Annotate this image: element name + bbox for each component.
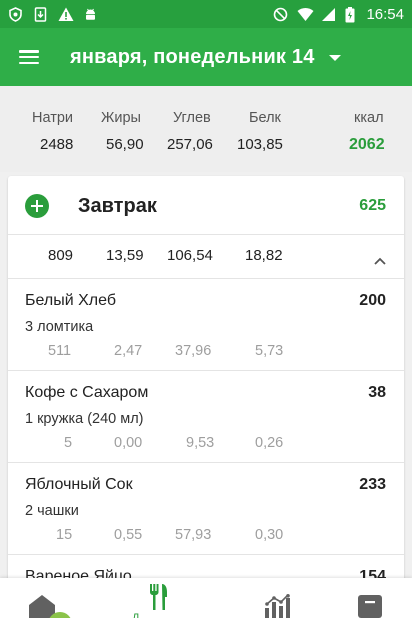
summary-value-kcal: 2062 (349, 136, 385, 153)
food-macro-fat: 2,47 (114, 343, 143, 359)
food-macro-sodium: 511 (48, 343, 72, 359)
food-item[interactable]: Яблочный Сок 233 2 чашки 15 0,55 57,93 0… (8, 462, 404, 554)
date-selector[interactable]: января, понедельник 14 (70, 46, 315, 69)
meal-macro-protein: 18,82 (245, 247, 283, 264)
food-macro-fat: 0,00 (114, 435, 143, 451)
summary-value-carbs: 257,06 (167, 136, 213, 153)
food-macro-carbs: 37,96 (175, 343, 212, 359)
summary-value-protein: 103,85 (237, 136, 283, 153)
chevron-up-icon[interactable] (374, 252, 386, 265)
food-macro-sodium: 15 (56, 527, 73, 543)
nav-diary[interactable]: Д (132, 578, 174, 618)
wifi-icon (297, 7, 314, 22)
app-bar: января, понедельник 14 (0, 28, 412, 86)
food-name: Белый Хлеб (25, 292, 116, 309)
warning-icon (58, 7, 74, 22)
nav-reports[interactable] (264, 578, 292, 618)
meal-macros-row[interactable]: 809 13,59 106,54 18,82 (8, 234, 404, 278)
food-macro-carbs: 57,93 (175, 527, 212, 543)
food-kcal: 233 (359, 476, 386, 493)
meal-macro-carbs: 106,54 (167, 247, 213, 264)
chart-icon (264, 594, 292, 618)
food-portion: 1 кружка (240 мл) (25, 411, 144, 427)
food-portion: 2 чашки (25, 503, 79, 519)
food-name: Кофе с Сахаром (25, 384, 149, 401)
fork-knife-icon (148, 582, 170, 615)
nav-notes[interactable] (356, 578, 384, 618)
food-name: Яблочный Сок (25, 476, 133, 493)
meal-header: Завтрак 625 (8, 176, 404, 234)
android-icon (83, 7, 98, 22)
caret-down-icon[interactable] (328, 55, 341, 61)
daily-summary: Натри Жиры Углев Белк ккал 2488 56,90 25… (0, 86, 412, 172)
summary-header-kcal: ккал (354, 110, 384, 126)
status-bar: 16:54 (0, 0, 412, 28)
meal-macro-sodium: 809 (48, 247, 74, 264)
nav-label: Д (132, 612, 140, 618)
nav-home[interactable] (26, 578, 72, 618)
food-macro-carbs: 9,53 (186, 435, 215, 451)
do-not-disturb-icon (273, 7, 288, 22)
food-item[interactable]: Кофе с Сахаром 38 1 кружка (240 мл) 5 0,… (8, 370, 404, 462)
shield-notification-icon (8, 6, 23, 22)
download-icon (33, 6, 48, 22)
food-kcal: 38 (368, 384, 386, 401)
food-macro-protein: 0,26 (255, 435, 284, 451)
meal-macro-fat: 13,59 (106, 247, 144, 264)
summary-value-fat: 56,90 (106, 136, 144, 153)
food-kcal: 200 (359, 292, 386, 309)
food-macro-sodium: 5 (64, 435, 73, 451)
summary-header-carbs: Углев (173, 110, 211, 126)
food-macro-fat: 0,55 (114, 527, 143, 543)
hamburger-menu-icon[interactable] (0, 28, 58, 86)
signal-icon (321, 7, 336, 22)
notebook-icon (357, 594, 383, 618)
summary-value-sodium: 2488 (40, 136, 74, 153)
summary-header-protein: Белк (249, 110, 281, 126)
food-macro-protein: 0,30 (255, 527, 284, 543)
food-macro-protein: 5,73 (255, 343, 284, 359)
battery-icon (345, 6, 355, 22)
food-portion: 3 ломтика (25, 319, 94, 335)
meal-card-breakfast: Завтрак 625 809 13,59 106,54 18,82 Белый… (8, 176, 404, 618)
summary-header-sodium: Натри (32, 110, 74, 126)
food-item[interactable]: Белый Хлеб 200 3 ломтика 511 2,47 37,96 … (8, 278, 404, 370)
add-food-icon[interactable] (25, 194, 49, 218)
bottom-navigation: Д (0, 578, 412, 618)
status-time: 16:54 (366, 5, 404, 23)
meal-kcal: 625 (359, 197, 386, 214)
meal-title[interactable]: Завтрак (78, 195, 157, 218)
summary-header-fat: Жиры (101, 110, 141, 126)
